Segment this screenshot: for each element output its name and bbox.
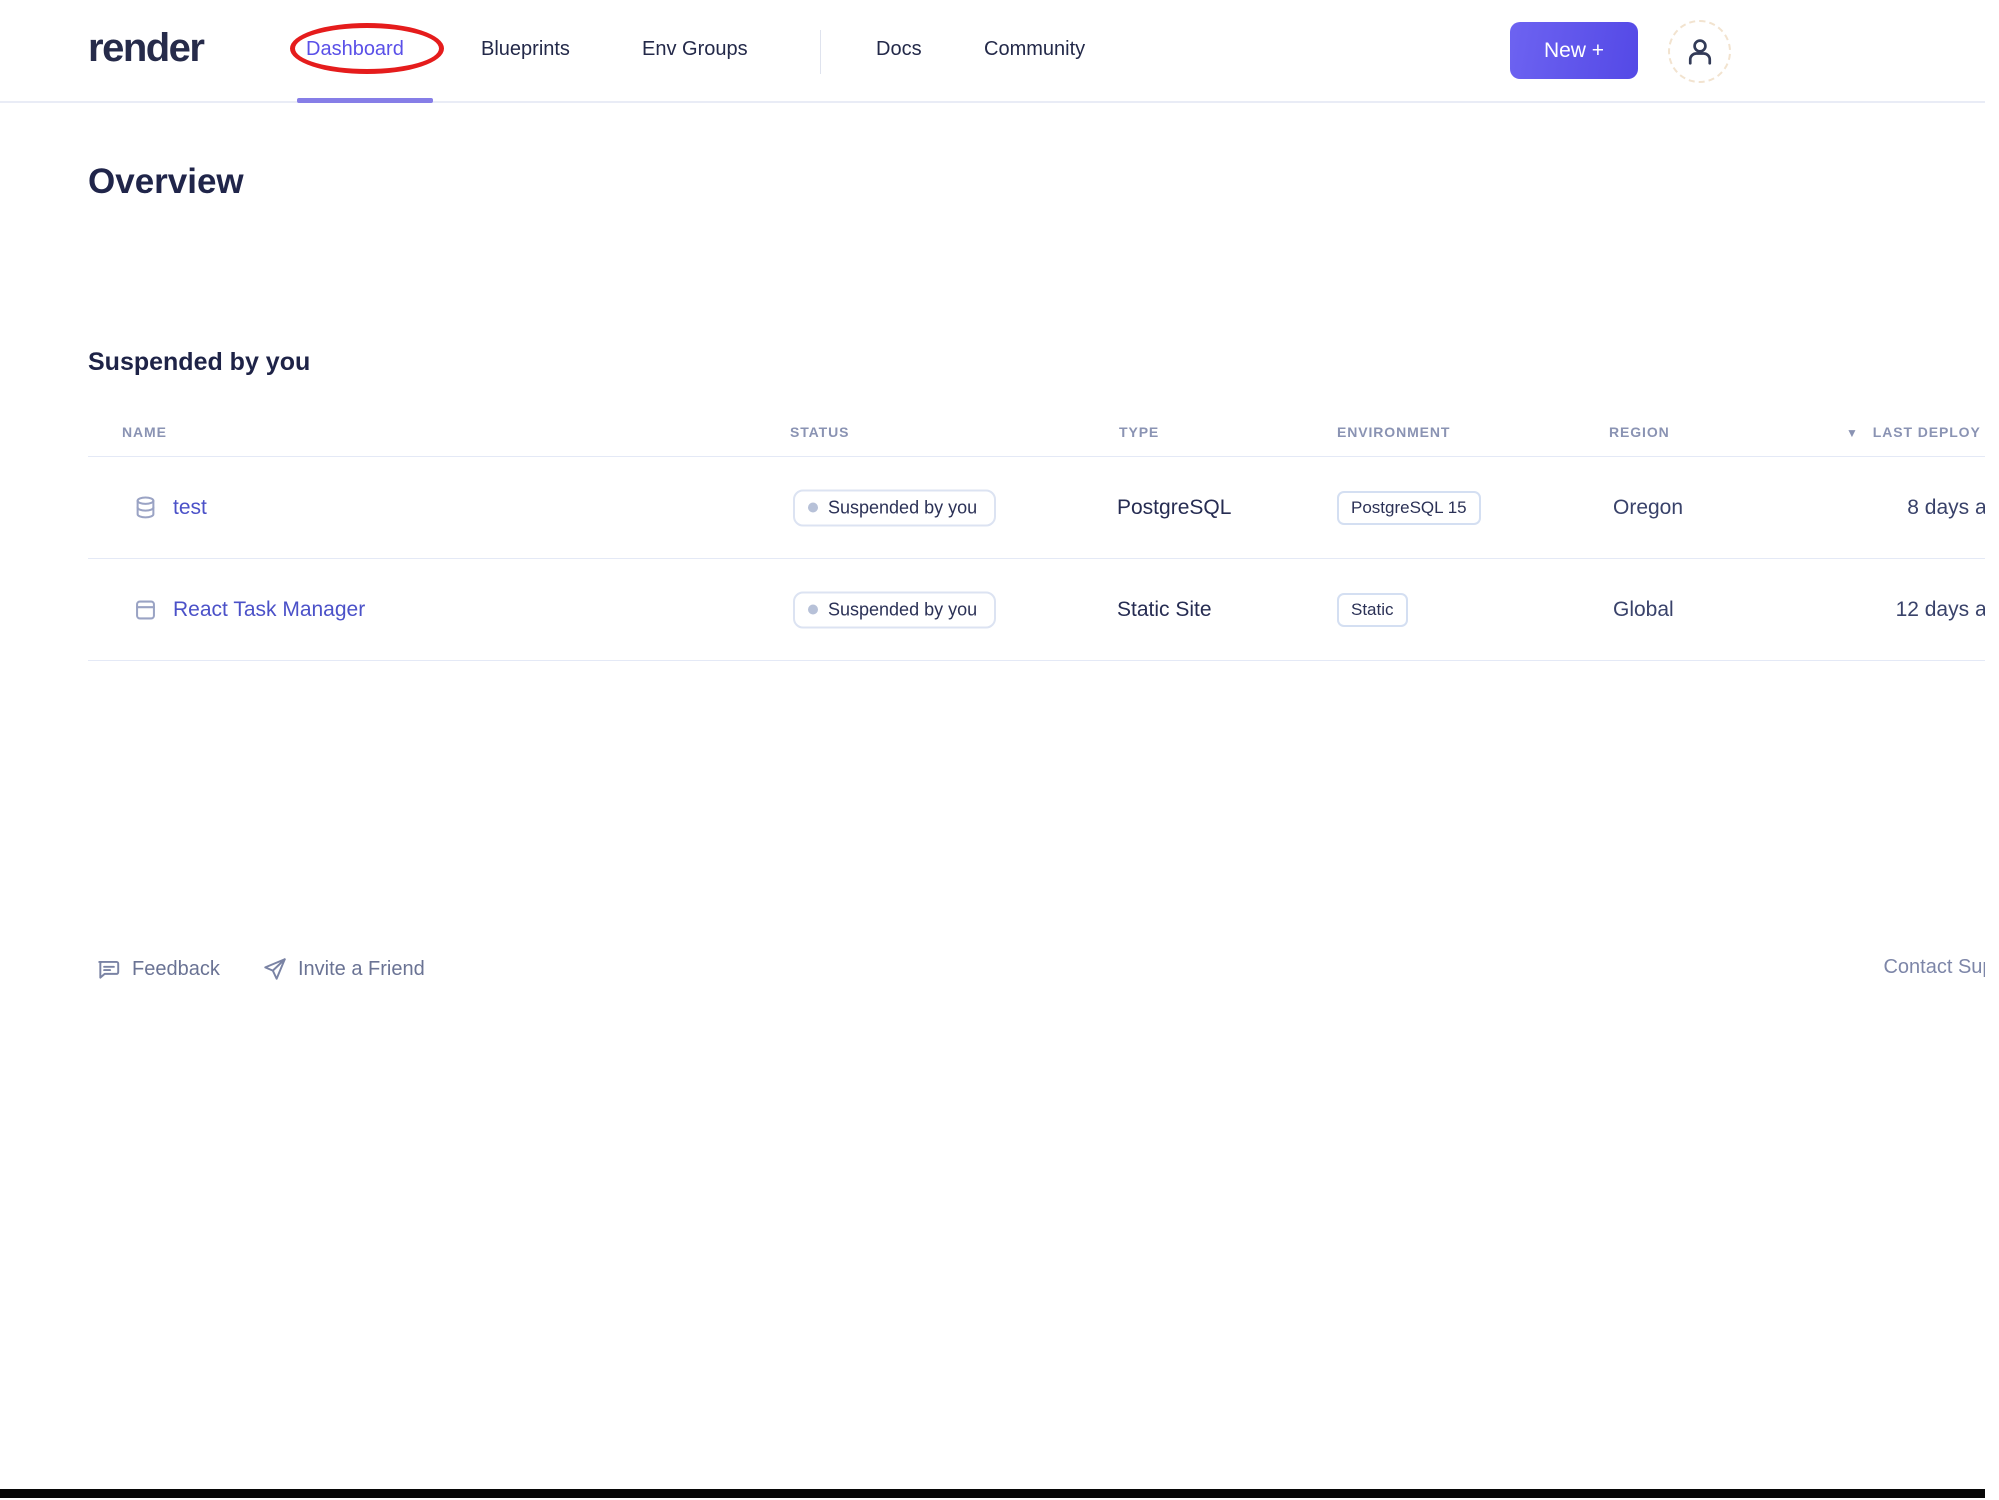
table-row[interactable]: test Suspended by you PostgreSQL Postgre… [88,457,1985,559]
service-region: Oregon [1613,495,1684,519]
paper-plane-icon [262,956,288,982]
services-table: NAME STATUS TYPE ENVIRONMENT REGION ▼ LAS… [88,420,1985,661]
contact-support-link[interactable]: Contact Support [1828,956,1985,979]
top-navigation-bar: render Dashboard Blueprints Env Groups D… [0,0,1985,103]
section-title: Suspended by you [88,348,311,376]
nav-item-docs[interactable]: Docs [876,38,922,61]
contact-support-label: Contact Support [1883,956,1985,978]
new-button[interactable]: New + [1510,22,1638,79]
service-type: PostgreSQL [1117,495,1232,519]
nav-item-community[interactable]: Community [984,38,1085,61]
service-name-link[interactable]: React Task Manager [173,598,365,622]
status-label: Suspended by you [828,599,978,619]
status-dot-icon [808,604,818,615]
sort-descending-icon: ▼ [1846,426,1859,440]
feedback-link[interactable]: Feedback [96,956,220,982]
feedback-label: Feedback [132,957,220,980]
status-label: Suspended by you [828,497,978,517]
page-footer: Feedback Invite a Friend Contact Support [0,952,1985,992]
nav-item-dashboard[interactable]: Dashboard [306,38,404,61]
environment-badge: Static [1337,592,1408,627]
viewport: render Dashboard Blueprints Env Groups D… [0,0,1985,1500]
user-icon [1682,34,1718,70]
new-button-label: New + [1543,38,1605,62]
bottom-black-bar [0,1489,1985,1498]
nav-item-blueprints[interactable]: Blueprints [481,38,570,61]
render-logo[interactable]: render [88,26,205,71]
feedback-icon [96,956,122,982]
nav-divider [820,30,821,74]
environment-badge: PostgreSQL 15 [1337,490,1481,525]
last-deploy-value: 12 days ago [1895,597,1985,621]
active-tab-underline [297,98,433,103]
table-header-row: NAME STATUS TYPE ENVIRONMENT REGION ▼ LAS… [88,420,1985,457]
last-deploy-value: 8 days ago [1907,495,1985,519]
user-menu-button[interactable] [1668,20,1731,83]
invite-friend-link[interactable]: Invite a Friend [262,956,425,982]
column-header-last-deploy[interactable]: ▼ LAST DEPLOY [1846,424,1981,440]
invite-friend-label: Invite a Friend [298,957,425,980]
table-row[interactable]: React Task Manager Suspended by you Stat… [88,559,1985,661]
service-region: Global [1613,597,1674,621]
column-header-type[interactable]: TYPE [1119,424,1159,440]
column-header-environment[interactable]: ENVIRONMENT [1337,424,1450,440]
service-type: Static Site [1117,597,1212,621]
status-dot-icon [808,502,818,513]
column-header-name[interactable]: NAME [122,424,167,440]
page-title: Overview [88,162,244,201]
static-site-icon [132,595,162,625]
status-badge: Suspended by you [793,489,997,526]
column-header-status[interactable]: STATUS [790,424,849,440]
database-icon [132,493,162,523]
status-badge: Suspended by you [793,591,997,628]
column-header-region[interactable]: REGION [1609,424,1670,440]
service-name-link[interactable]: test [173,496,207,520]
nav-item-env-groups[interactable]: Env Groups [642,38,748,61]
